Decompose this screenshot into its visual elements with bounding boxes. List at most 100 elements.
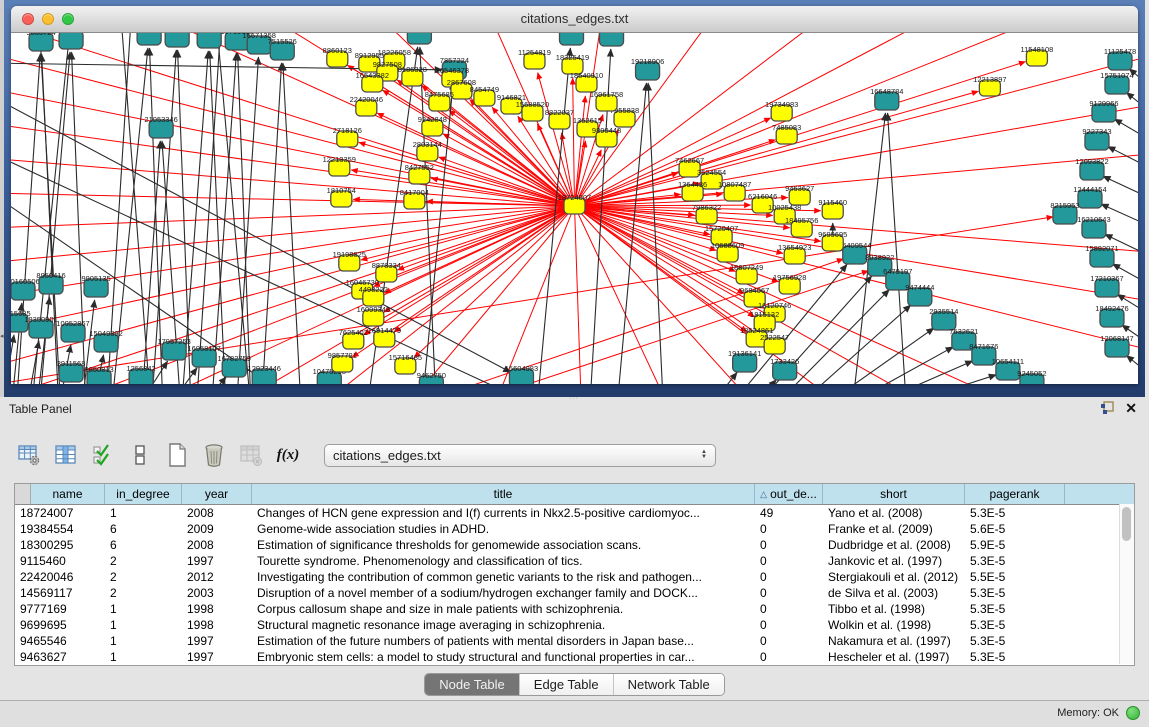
network-canvas[interactable]: 9055724206914061065328715276026466160107… <box>11 33 1138 384</box>
cell-name[interactable]: 14569117 <box>15 585 105 601</box>
network-graph[interactable]: 9055724206914061065328715276026466160107… <box>11 33 1138 384</box>
citation-edge-black[interactable] <box>1114 119 1138 141</box>
cell-out-degree[interactable]: 0 <box>755 601 823 617</box>
minimize-window-button[interactable] <box>42 13 54 25</box>
close-window-button[interactable] <box>22 13 34 25</box>
cell-year[interactable]: 2008 <box>182 537 252 553</box>
citation-edge-red[interactable] <box>573 78 575 206</box>
rows-icon[interactable] <box>127 442 153 468</box>
table-row[interactable]: 2242004622012Investigating the contribut… <box>15 569 1134 585</box>
cell-year[interactable]: 1997 <box>182 649 252 665</box>
cell-short[interactable]: Stergiakouli et al. (2012) <box>823 569 965 585</box>
cell-title[interactable]: Estimation of the future numbers of pati… <box>252 633 755 649</box>
citation-edge-red[interactable] <box>361 206 575 260</box>
citation-edge-black[interactable] <box>834 347 954 384</box>
cell-pagerank[interactable]: 5.3E-5 <box>965 617 1065 633</box>
citation-edge-black[interactable] <box>261 63 281 384</box>
cell-short[interactable]: Dudbridge et al. (2008) <box>823 537 965 553</box>
column-header-pagerank[interactable]: pagerank <box>965 484 1065 504</box>
cell-name[interactable]: 22420046 <box>15 569 105 585</box>
cell-out-degree[interactable]: 49 <box>755 505 823 521</box>
cell-in-degree[interactable]: 2 <box>105 553 182 569</box>
citation-edge-black[interactable] <box>705 372 738 384</box>
table-row[interactable]: 1830029562008Estimation of significance … <box>15 537 1134 553</box>
cell-short[interactable]: de Silva et al. (2003) <box>823 585 965 601</box>
cell-in-degree[interactable]: 1 <box>105 505 182 521</box>
cell-pagerank[interactable]: 5.6E-5 <box>965 521 1065 537</box>
cell-in-degree[interactable]: 6 <box>105 521 182 537</box>
citation-edge-black[interactable] <box>178 50 192 384</box>
cell-out-degree[interactable]: 0 <box>755 617 823 633</box>
citation-edge-red[interactable] <box>575 206 582 384</box>
citation-edge-red[interactable] <box>11 123 575 206</box>
citation-edge-black[interactable] <box>11 335 14 384</box>
cell-pagerank[interactable]: 5.3E-5 <box>965 601 1065 617</box>
citation-edge-black[interactable] <box>181 51 208 384</box>
citation-edge-black[interactable] <box>888 113 907 384</box>
panel-drag-handle[interactable]: ∙∙∙ <box>570 397 582 401</box>
tab-edge-table[interactable]: Edge Table <box>520 674 614 695</box>
cell-title[interactable]: Tourette syndrome. Phenomenology and cla… <box>252 553 755 569</box>
cell-title[interactable]: Embryonic stem cells: a model to study s… <box>252 649 755 665</box>
cell-name[interactable]: 9699695 <box>15 617 105 633</box>
cell-pagerank[interactable]: 5.3E-5 <box>965 585 1065 601</box>
cell-year[interactable]: 2003 <box>182 585 252 601</box>
cell-year[interactable]: 1998 <box>182 601 252 617</box>
cell-year[interactable]: 1998 <box>182 617 252 633</box>
cell-year[interactable]: 2012 <box>182 569 252 585</box>
window-titlebar[interactable]: citations_edges.txt <box>11 6 1138 33</box>
splitter-collapse-icon[interactable]: ◂ <box>0 333 4 340</box>
table-row[interactable]: 1872400712008Changes of HCN gene express… <box>15 505 1134 521</box>
cell-short[interactable]: Jankovic et al. (1997) <box>823 553 965 569</box>
cell-pagerank[interactable]: 5.3E-5 <box>965 633 1065 649</box>
cell-title[interactable]: Changes of HCN gene expression and I(f) … <box>252 505 755 521</box>
cell-title[interactable]: Disruption of a novel member of a sodium… <box>252 585 755 601</box>
column-header-short[interactable]: short <box>823 484 965 504</box>
cell-year[interactable]: 1997 <box>182 633 252 649</box>
cell-pagerank[interactable]: 5.3E-5 <box>965 649 1065 665</box>
cell-out-degree[interactable]: 0 <box>755 585 823 601</box>
cell-year[interactable]: 2008 <box>182 505 252 521</box>
cell-in-degree[interactable]: 2 <box>105 569 182 585</box>
new-document-icon[interactable] <box>164 442 190 468</box>
citation-edge-red[interactable] <box>401 206 574 384</box>
cell-title[interactable]: Corpus callosum shape and size in male p… <box>252 601 755 617</box>
select-all-checks-icon[interactable] <box>90 442 116 468</box>
citation-edge-black[interactable] <box>1103 176 1138 199</box>
column-header-name[interactable]: name <box>31 484 105 504</box>
cell-short[interactable]: Franke et al. (2009) <box>823 521 965 537</box>
cell-short[interactable]: Nakamura et al. (1997) <box>823 633 965 649</box>
citation-edge-red[interactable] <box>575 153 1139 206</box>
cell-in-degree[interactable]: 6 <box>105 537 182 553</box>
network-select-dropdown[interactable]: citations_edges.txt ▲▼ <box>324 444 716 467</box>
cell-name[interactable]: 18724007 <box>15 505 105 521</box>
delete-trash-icon[interactable] <box>201 442 227 468</box>
citation-edge-red[interactable] <box>11 206 575 333</box>
network-node[interactable] <box>559 33 583 45</box>
cell-pagerank[interactable]: 5.3E-5 <box>965 505 1065 521</box>
scrollbar-thumb[interactable] <box>1122 507 1131 541</box>
table-row[interactable]: 969969511998Structural magnetic resonanc… <box>15 617 1134 633</box>
network-node[interactable] <box>197 33 221 48</box>
tab-network-table[interactable]: Network Table <box>614 674 724 695</box>
citation-edge-black[interactable] <box>164 368 197 384</box>
column-select-icon[interactable] <box>53 442 79 468</box>
network-node[interactable] <box>600 33 624 46</box>
cell-in-degree[interactable]: 1 <box>105 633 182 649</box>
close-panel-icon[interactable]: ✕ <box>1125 400 1137 417</box>
citation-edge-red[interactable] <box>11 158 575 206</box>
cell-name[interactable]: 9465546 <box>15 633 105 649</box>
tab-node-table[interactable]: Node Table <box>425 674 520 695</box>
cell-title[interactable]: Estimation of significance thresholds fo… <box>252 537 755 553</box>
cell-name[interactable]: 9463627 <box>15 649 105 665</box>
float-panel-icon[interactable] <box>1100 401 1115 420</box>
table-settings-icon[interactable] <box>16 442 42 468</box>
network-node[interactable] <box>59 33 83 49</box>
column-header-out-de-[interactable]: △out_de... <box>755 484 823 504</box>
cell-out-degree[interactable]: 0 <box>755 553 823 569</box>
cell-year[interactable]: 2009 <box>182 521 252 537</box>
column-header-year[interactable]: year <box>182 484 252 504</box>
citation-edge-black[interactable] <box>1126 355 1138 376</box>
cell-title[interactable]: Investigating the contribution of common… <box>252 569 755 585</box>
citation-edge-red[interactable] <box>384 206 574 293</box>
